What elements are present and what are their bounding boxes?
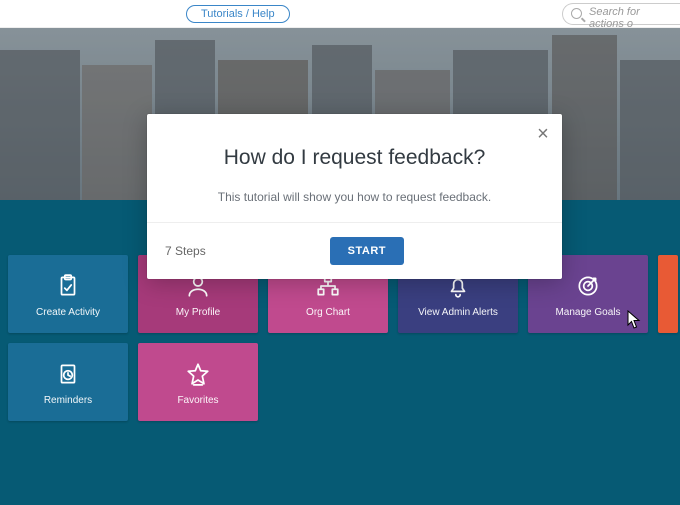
tile-favorites[interactable]: Favorites <box>138 343 258 421</box>
modal-title: How do I request feedback? <box>175 146 534 170</box>
tutorials-help-button[interactable]: Tutorials / Help <box>186 5 290 23</box>
search-placeholder: Search for actions o <box>589 6 640 30</box>
tile-label: My Profile <box>176 307 220 318</box>
clock-icon <box>55 359 81 389</box>
search-icon <box>571 8 582 19</box>
target-icon <box>575 271 601 301</box>
top-bar: Tutorials / Help Search for actions o <box>0 0 680 28</box>
close-button[interactable]: × <box>532 124 554 146</box>
tile-label: Org Chart <box>306 307 350 318</box>
tile-r1-5[interactable] <box>658 255 678 333</box>
close-icon: × <box>537 123 549 145</box>
tile-label: Reminders <box>44 395 92 406</box>
tile-create-activity[interactable]: Create Activity <box>8 255 128 333</box>
tiles-row-2: Reminders Favorites <box>8 343 258 421</box>
clipboard-icon <box>55 271 81 301</box>
tile-label: Favorites <box>177 395 218 406</box>
search-input[interactable]: Search for actions o <box>562 3 680 25</box>
tile-label: Manage Goals <box>555 307 620 318</box>
step-count: 7 Steps <box>165 244 206 258</box>
start-button[interactable]: START <box>330 237 404 265</box>
modal-description: This tutorial will show you how to reque… <box>175 190 534 204</box>
tile-label: View Admin Alerts <box>418 307 498 318</box>
star-icon <box>185 359 211 389</box>
tile-label: Create Activity <box>36 307 100 318</box>
tutorial-modal: × How do I request feedback? This tutori… <box>147 114 562 279</box>
tile-reminders[interactable]: Reminders <box>8 343 128 421</box>
